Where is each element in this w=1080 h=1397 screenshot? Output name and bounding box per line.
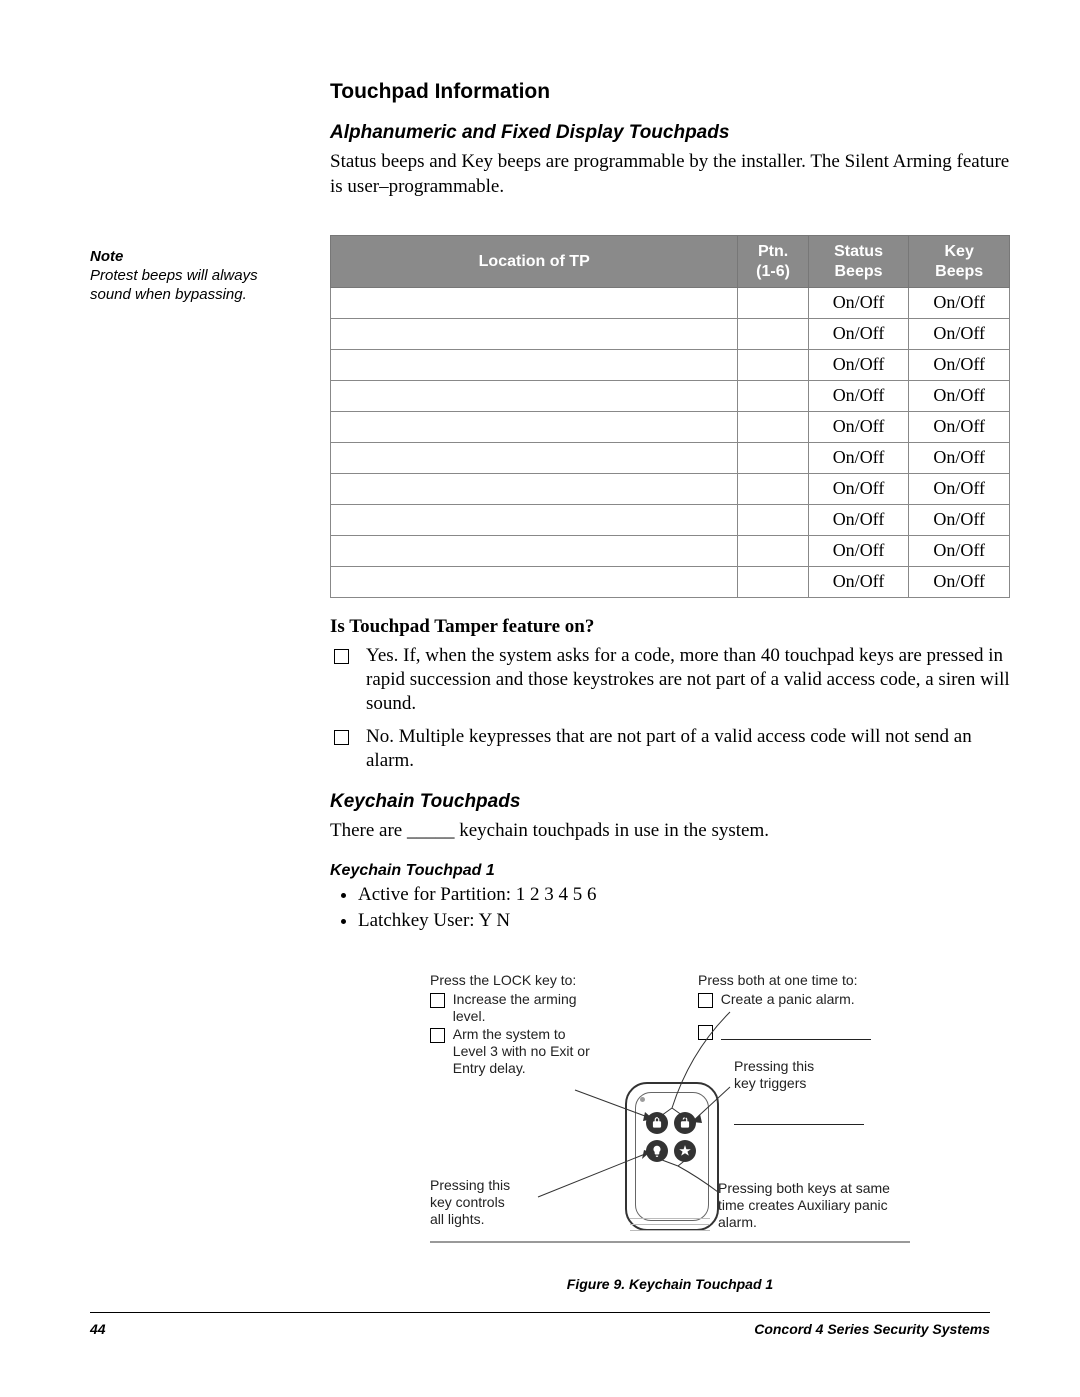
fig-both-a: Create a panic alarm. — [721, 991, 855, 1007]
fig-trigger-b: key triggers — [734, 1075, 908, 1092]
col-location: Location of TP — [331, 236, 738, 287]
fig-aux-c: alarm. — [718, 1214, 918, 1231]
table-row: On/OffOn/Off — [331, 349, 1010, 380]
fig-lights-c: all lights. — [430, 1211, 540, 1228]
subsection-keychain: Keychain Touchpads — [330, 791, 1010, 813]
fig-blank-line — [721, 1027, 871, 1040]
fig-both-head: Press both at one time to: — [698, 972, 908, 989]
star-button-icon — [674, 1140, 696, 1162]
table-row: On/OffOn/Off — [331, 442, 1010, 473]
checkbox-icon — [334, 649, 349, 664]
checkbox-icon — [334, 730, 349, 745]
tamper-question: Is Touchpad Tamper feature on? — [330, 616, 1010, 638]
table-row: On/OffOn/Off — [331, 380, 1010, 411]
figure-caption: Figure 9. Keychain Touchpad 1 — [330, 1276, 1010, 1292]
subsection-alphanumeric: Alphanumeric and Fixed Display Touchpads — [330, 122, 1010, 144]
fig-lights-a: Pressing this — [430, 1177, 540, 1194]
led-icon — [640, 1097, 645, 1102]
tamper-yes: Yes. If, when the system asks for a code… — [330, 644, 1010, 717]
fig-lights-b: key controls — [430, 1194, 540, 1211]
fig-trigger-a: Pressing this — [734, 1058, 908, 1075]
page-footer: 44 Concord 4 Series Security Systems — [90, 1312, 990, 1337]
note-head: Note — [90, 248, 123, 265]
main-column: Touchpad Information Alphanumeric and Fi… — [330, 80, 1010, 1292]
table-header-row: Location of TP Ptn.(1-6) StatusBeeps Key… — [331, 236, 1010, 287]
page: Note Protest beeps will always sound whe… — [0, 0, 1080, 1397]
footer-title: Concord 4 Series Security Systems — [754, 1321, 990, 1337]
col-ptn: Ptn.(1-6) — [738, 236, 808, 287]
table-row: On/OffOn/Off — [331, 566, 1010, 597]
table-row: On/OffOn/Off — [331, 318, 1010, 349]
margin-note: Note Protest beeps will always sound whe… — [90, 248, 280, 304]
fig-aux-b: time creates Auxiliary panic — [718, 1197, 918, 1214]
note-body: Protest beeps will always sound when byp… — [90, 267, 258, 303]
fig-blank-line — [734, 1112, 864, 1125]
table-row: On/OffOn/Off — [331, 535, 1010, 566]
page-number: 44 — [90, 1321, 106, 1337]
figure-wrap: Press the LOCK key to: Increase the armi… — [330, 972, 1010, 1292]
touchpad-table: Location of TP Ptn.(1-6) StatusBeeps Key… — [330, 235, 1010, 597]
table-row: On/OffOn/Off — [331, 504, 1010, 535]
fig-lock-head: Press the LOCK key to: — [430, 972, 610, 989]
kt1-partition: Active for Partition: 1 2 3 4 5 6 — [358, 884, 1010, 906]
light-button-icon — [646, 1140, 668, 1162]
intro-paragraph: Status beeps and Key beeps are programma… — [330, 150, 1010, 199]
kt1-latchkey: Latchkey User: Y N — [358, 910, 1010, 932]
col-key: KeyBeeps — [909, 236, 1010, 287]
col-status: StatusBeeps — [808, 236, 909, 287]
tamper-no: No. Multiple keypresses that are not par… — [330, 725, 1010, 774]
lock-button-icon — [646, 1112, 668, 1134]
fig-aux-a: Pressing both keys at same — [718, 1180, 918, 1197]
keychain-intro: There are _____ keychain touchpads in us… — [330, 819, 1010, 844]
remote-outline — [625, 1082, 719, 1231]
fig-lock-a: Increase the arming level. — [453, 991, 593, 1025]
checkbox-icon — [430, 993, 445, 1008]
section-title: Touchpad Information — [330, 80, 1010, 104]
checkbox-icon — [698, 1025, 713, 1040]
remote-grip-lines — [630, 1218, 710, 1236]
table-row: On/OffOn/Off — [331, 473, 1010, 504]
checkbox-icon — [430, 1028, 445, 1043]
tamper-options: Yes. If, when the system asks for a code… — [330, 644, 1010, 774]
table-row: On/OffOn/Off — [331, 411, 1010, 442]
kt1-bullets: Active for Partition: 1 2 3 4 5 6 Latchk… — [330, 884, 1010, 932]
table-row: On/OffOn/Off — [331, 287, 1010, 318]
checkbox-icon — [698, 993, 713, 1008]
kt1-head: Keychain Touchpad 1 — [330, 862, 1010, 880]
unlock-button-icon — [674, 1112, 696, 1134]
keychain-figure: Press the LOCK key to: Increase the armi… — [430, 972, 910, 1262]
fig-lock-b: Arm the system to Level 3 with no Exit o… — [453, 1026, 593, 1076]
